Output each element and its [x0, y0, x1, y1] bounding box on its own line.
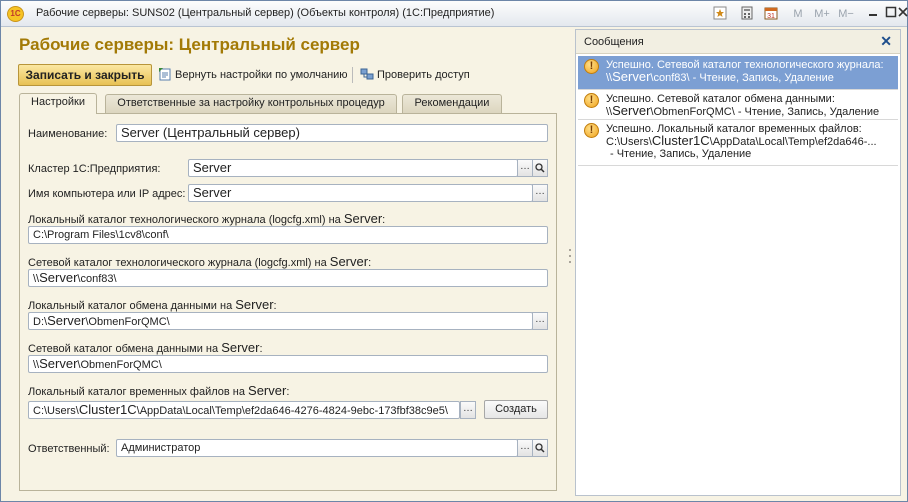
calendar-icon[interactable]: 31: [763, 6, 779, 22]
check-access-button[interactable]: Проверить доступ: [360, 67, 470, 81]
responsible-open-button[interactable]: [532, 439, 548, 457]
cluster-open-button[interactable]: [532, 159, 548, 177]
name-field[interactable]: Server (Центральный сервер): [116, 124, 548, 142]
message-detail: \\Server\conf83\ - Чтение, Запись, Удале…: [606, 69, 834, 84]
tab-responsible[interactable]: Ответственные за настройку контрольных п…: [105, 94, 397, 113]
temp-select-button[interactable]: …: [460, 401, 476, 419]
messages-header: Сообщения ✕: [576, 30, 900, 54]
local-exchange-label-text: Локальный каталог обмена данными на: [28, 300, 233, 312]
computer-select-button[interactable]: …: [532, 184, 548, 202]
local-exchange-field[interactable]: D:\Server\ObmenForQMC\: [28, 312, 533, 330]
net-exchange-label-text: Сетевой каталог обмена данными на: [28, 343, 219, 355]
tab-recommendations[interactable]: Рекомендации: [402, 94, 502, 113]
maximize-icon[interactable]: [883, 6, 899, 22]
tab-settings[interactable]: Настройки: [19, 93, 97, 114]
memory-minus-button[interactable]: M−: [836, 6, 856, 22]
net-exchange-server: Server: [39, 356, 78, 371]
memory-plus-button[interactable]: M+: [812, 6, 832, 22]
messages-title: Сообщения: [584, 36, 644, 48]
message-detail-end: - Чтение, Запись, Удаление: [610, 148, 752, 160]
net-log-label: Сетевой каталог технологического журнала…: [28, 254, 372, 269]
panel-splitter[interactable]: [567, 29, 573, 496]
local-log-label-text: Локальный каталог технологического журна…: [28, 214, 341, 226]
page-title: Рабочие серверы: Центральный сервер: [19, 35, 360, 54]
title-bar: 1С Рабочие серверы: SUNS02 (Центральный …: [1, 1, 908, 27]
temp-label: Локальный каталог временных файлов на Se…: [28, 383, 290, 398]
minimize-icon[interactable]: [865, 6, 881, 22]
window-title: Рабочие серверы: SUNS02 (Центральный сер…: [36, 7, 495, 19]
search-icon: [535, 163, 545, 173]
messages-close-icon[interactable]: ✕: [880, 33, 892, 50]
local-exchange-prefix: D:\: [33, 316, 48, 328]
cluster-field-value: Server: [193, 160, 232, 175]
message-text: Успешно. Локальный каталог временных фай…: [606, 123, 862, 135]
net-exchange-suffix: \ObmenForQMC\: [77, 359, 162, 371]
cluster-select-button[interactable]: …: [517, 159, 533, 177]
local-exchange-select-button[interactable]: …: [532, 312, 548, 330]
local-exchange-suffix: \ObmenForQMC\: [85, 316, 170, 328]
warning-icon: !: [584, 59, 599, 74]
message-detail: \\Server\ObmenForQMC\ - Чтение, Запись, …: [606, 103, 880, 118]
net-log-label-server: Server: [329, 254, 369, 269]
local-exchange-label: Локальный каталог обмена данными на Serv…: [28, 297, 277, 312]
save-and-close-button[interactable]: Записать и закрыть: [18, 64, 152, 86]
computer-field-value: Server: [193, 185, 232, 200]
warning-icon: !: [584, 93, 599, 108]
message-item[interactable]: ! Успешно. Сетевой каталог технологическ…: [578, 56, 898, 90]
computer-field[interactable]: Server: [188, 184, 533, 202]
app-logo-icon[interactable]: 1С: [7, 6, 24, 22]
temp-prefix: C:\Users\: [33, 405, 79, 417]
toolbar-divider: [352, 67, 353, 83]
net-exchange-label-server: Server: [221, 340, 260, 355]
restore-defaults-button[interactable]: Вернуть настройки по умолчанию: [158, 67, 348, 81]
svg-text:31: 31: [767, 13, 775, 20]
restore-defaults-label: Вернуть настройки по умолчанию: [175, 69, 348, 81]
net-log-suffix: \conf83\: [77, 273, 117, 285]
form-panel: Рабочие серверы: Центральный сервер Запи…: [9, 29, 565, 496]
check-access-label: Проверить доступ: [377, 69, 470, 81]
net-log-field[interactable]: \\Server\conf83\: [28, 269, 548, 287]
computer-label: Имя компьютера или IP адрес:: [28, 188, 186, 200]
responsible-label: Ответственный:: [28, 443, 110, 455]
message-item[interactable]: ! Успешно. Локальный каталог временных ф…: [578, 120, 898, 166]
net-log-server: Server: [39, 270, 78, 285]
local-exchange-label-server: Server: [235, 297, 274, 312]
warning-icon: !: [584, 123, 599, 138]
temp-label-server: Server: [248, 383, 287, 398]
local-log-label-server: Server: [343, 211, 383, 226]
memory-button[interactable]: M: [790, 6, 806, 22]
net-exchange-label: Сетевой каталог обмена данными на Server…: [28, 340, 263, 355]
responsible-select-button[interactable]: …: [517, 439, 533, 457]
form-toolbar: Записать и закрыть Вернуть настройки по …: [18, 64, 558, 86]
search-icon: [535, 443, 545, 453]
temp-cluster: Cluster1C: [78, 402, 137, 417]
responsible-field[interactable]: Администратор: [116, 439, 518, 457]
calculator-icon[interactable]: [739, 6, 755, 22]
main-window: 1С Рабочие серверы: SUNS02 (Центральный …: [0, 0, 908, 502]
temp-suffix: \AppData\Local\Temp\ef2da646-4276-4824-9…: [136, 405, 448, 417]
check-access-icon: [360, 67, 374, 81]
local-log-label: Локальный каталог технологического журна…: [28, 211, 386, 226]
local-exchange-server: Server: [47, 313, 86, 328]
cluster-field[interactable]: Server: [188, 159, 518, 177]
tab-bar: Настройки Ответственные за настройку кон…: [19, 93, 559, 114]
temp-field[interactable]: C:\Users\Cluster1C\AppData\Local\Temp\ef…: [28, 401, 460, 419]
temp-label-text: Локальный каталог временных файлов на: [28, 386, 245, 398]
close-icon[interactable]: [898, 6, 908, 22]
settings-tab-content: Наименование: Server (Центральный сервер…: [19, 113, 557, 491]
name-label: Наименование:: [28, 128, 108, 140]
message-detail: C:\Users\Cluster1C\AppData\Local\Temp\ef…: [606, 133, 877, 148]
messages-panel: Сообщения ✕ ! Успешно. Сетевой каталог т…: [575, 29, 901, 496]
local-log-field[interactable]: C:\Program Files\1cv8\conf\: [28, 226, 548, 244]
restore-icon: [158, 67, 172, 81]
net-exchange-field[interactable]: \\Server\ObmenForQMC\: [28, 355, 548, 373]
message-item[interactable]: ! Успешно. Сетевой каталог обмена данным…: [578, 90, 898, 120]
favorite-icon[interactable]: [712, 6, 728, 22]
cluster-label: Кластер 1С:Предприятия:: [28, 163, 161, 175]
create-button[interactable]: Создать: [484, 400, 548, 419]
net-log-label-text: Сетевой каталог технологического журнала…: [28, 257, 327, 269]
name-field-value: Server (Центральный сервер): [121, 125, 300, 140]
